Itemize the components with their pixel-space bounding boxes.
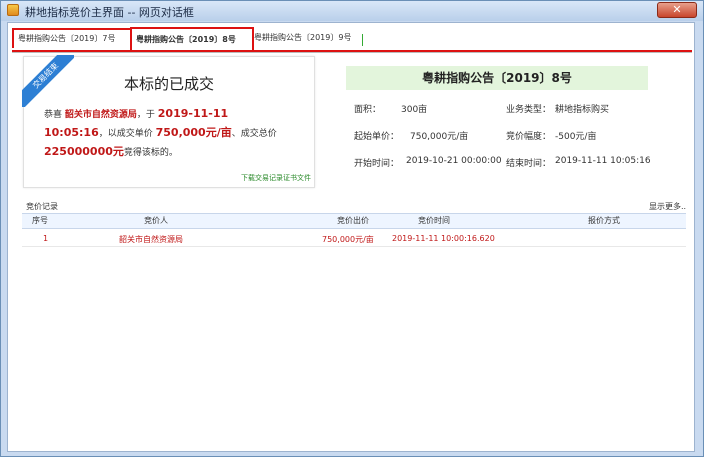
row-index: 1 bbox=[43, 234, 49, 243]
col-method: 报价方式 bbox=[588, 216, 620, 225]
msg-won: 竞得该标的。 bbox=[123, 148, 178, 158]
close-button[interactable]: ✕ bbox=[657, 2, 697, 18]
start-price-label: 起始单价： bbox=[354, 132, 400, 142]
start-time-label: 开始时间： bbox=[354, 159, 400, 169]
bid-records-title: 竞价记录 bbox=[26, 202, 58, 211]
app-icon bbox=[7, 4, 19, 16]
bid-step-label: 竞价幅度： bbox=[506, 132, 552, 142]
area-label: 面积： bbox=[354, 105, 382, 115]
result-message: 恭喜 韶关市自然资源局，于 2019-11-11 10:05:16，以成交单价 … bbox=[44, 105, 306, 162]
msg-congrats: 恭喜 bbox=[44, 110, 65, 120]
result-panel: 交易结束 本标的已成交 恭喜 韶关市自然资源局，于 2019-11-11 10:… bbox=[22, 55, 315, 188]
end-time-label: 结束时间： bbox=[506, 159, 552, 169]
row-bidder: 韶关市自然资源局 bbox=[119, 235, 183, 244]
row-time: 2019-11-11 10:00:16.620 bbox=[392, 234, 495, 243]
col-index: 序号 bbox=[32, 216, 48, 225]
show-more-link[interactable]: 显示更多.. bbox=[649, 201, 686, 212]
tab-separator bbox=[362, 34, 363, 46]
msg-total-label: 、成交总价 bbox=[231, 129, 277, 139]
title-bar[interactable]: 耕地指标竞价主界面 -- 网页对话框 ✕ bbox=[1, 1, 703, 21]
window-title: 耕地指标竞价主界面 -- 网页对话框 bbox=[25, 6, 194, 19]
tab-announcement-9[interactable]: 粤耕指购公告〔2019〕9号 bbox=[250, 29, 368, 47]
end-time-value: 2019-11-11 10:05:16 bbox=[555, 156, 651, 166]
table-row[interactable]: 1 韶关市自然资源局 750,000元/亩 2019-11-11 10:00:1… bbox=[22, 232, 686, 247]
msg-buyer: 韶关市自然资源局 bbox=[64, 110, 137, 120]
business-type-value: 耕地指标购买 bbox=[555, 105, 610, 115]
col-bidder: 竞价人 bbox=[144, 216, 168, 225]
tab-divider bbox=[12, 52, 692, 53]
col-price: 竞价出价 bbox=[337, 216, 369, 225]
row-price: 750,000元/亩 bbox=[322, 235, 374, 244]
bid-step-value: -500元/亩 bbox=[555, 132, 597, 142]
msg-unit-label: ，以成交单价 bbox=[98, 129, 156, 139]
dialog-window: 耕地指标竞价主界面 -- 网页对话框 ✕ 粤耕指购公告〔2019〕7号 粤耕指购… bbox=[0, 0, 704, 457]
business-type-label: 业务类型： bbox=[506, 105, 552, 115]
msg-on: ，于 bbox=[136, 110, 158, 120]
dialog-content: 粤耕指购公告〔2019〕7号 粤耕指购公告〔2019〕8号 粤耕指购公告〔201… bbox=[7, 22, 695, 452]
tab-bar: 粤耕指购公告〔2019〕7号 粤耕指购公告〔2019〕8号 粤耕指购公告〔201… bbox=[10, 26, 692, 53]
msg-date: 2019-11-11 bbox=[157, 107, 229, 120]
tab-announcement-7[interactable]: 粤耕指购公告〔2019〕7号 bbox=[12, 28, 132, 48]
download-certificate-link[interactable]: 下载交易记录证书文件 bbox=[241, 173, 311, 183]
records-table-header: 序号 竞价人 竞价出价 竞价时间 报价方式 bbox=[22, 213, 686, 229]
announcement-title: 粤耕指购公告〔2019〕8号 bbox=[346, 66, 648, 90]
tab-announcement-8[interactable]: 粤耕指购公告〔2019〕8号 bbox=[130, 27, 254, 50]
msg-total: 225000000元 bbox=[44, 145, 124, 158]
msg-unit-price: 750,000元/亩 bbox=[155, 126, 232, 139]
start-price-value: 750,000元/亩 bbox=[410, 132, 469, 142]
msg-time: 10:05:16 bbox=[44, 126, 99, 139]
start-time-value: 2019-10-21 00:00:00 bbox=[406, 156, 502, 166]
col-time: 竞价时间 bbox=[418, 216, 450, 225]
result-title: 本标的已成交 bbox=[123, 75, 214, 93]
area-value: 300亩 bbox=[401, 105, 428, 115]
